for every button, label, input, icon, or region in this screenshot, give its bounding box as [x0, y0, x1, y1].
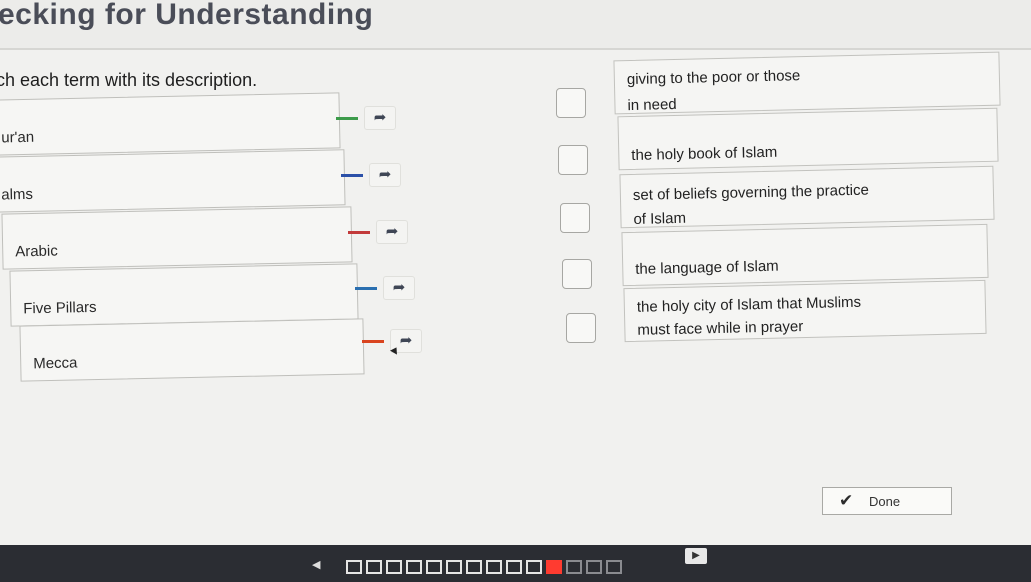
term-box-arabic[interactable]: Arabic — [1, 206, 353, 270]
answer-box-5[interactable] — [566, 313, 596, 343]
arrow-icon: ➦ — [385, 223, 399, 240]
connector-line-quran — [336, 117, 358, 120]
arrow-button-quran[interactable]: ➦ — [364, 106, 396, 130]
connector-line-five-pillars — [355, 287, 377, 290]
description-box-5: the holy city of Islam that Muslims must… — [623, 279, 987, 343]
term-box-five-pillars[interactable]: Five Pillars — [9, 263, 359, 327]
page-indicator-square[interactable] — [586, 560, 602, 574]
arrow-button-alms[interactable]: ➦ — [369, 163, 401, 187]
description-box-4: the language of Islam — [621, 223, 989, 287]
description-line: set of beliefs governing the practice — [632, 181, 870, 204]
term-label: ur'an — [1, 128, 35, 147]
description-line: giving to the poor or those — [626, 67, 801, 89]
page-indicator-square[interactable] — [346, 560, 362, 574]
answer-box-4[interactable] — [562, 259, 592, 289]
arrow-button-arabic[interactable]: ➦ — [376, 220, 408, 244]
page-indicator-square[interactable] — [486, 560, 502, 574]
arrow-button-five-pillars[interactable]: ➦ — [383, 276, 415, 300]
term-box-quran[interactable]: ur'an — [0, 92, 341, 156]
term-box-mecca[interactable]: Mecca — [19, 318, 365, 382]
checkmark-icon: ✔ — [839, 491, 854, 510]
description-line: the holy city of Islam that Muslims — [636, 293, 862, 316]
description-line: of Islam — [633, 209, 687, 228]
page-indicator-square[interactable] — [446, 560, 462, 574]
description-line: the language of Islam — [635, 257, 779, 278]
answer-box-2[interactable] — [558, 145, 588, 175]
answer-box-1[interactable] — [556, 88, 586, 118]
page-indicator-square[interactable] — [546, 560, 562, 574]
page-indicator-square[interactable] — [466, 560, 482, 574]
page-indicator-square[interactable] — [606, 560, 622, 574]
page-indicator-square[interactable] — [566, 560, 582, 574]
next-page-button[interactable]: ▶ — [685, 548, 707, 564]
description-box-3: set of beliefs governing the practice of… — [619, 165, 995, 229]
page-indicator-square[interactable] — [386, 560, 402, 574]
description-line: the holy book of Islam — [631, 143, 778, 165]
term-label: Five Pillars — [23, 298, 97, 318]
description-line: must face while in prayer — [637, 318, 804, 339]
term-label: alms — [1, 185, 34, 204]
page-indicator-square[interactable] — [366, 560, 382, 574]
done-button-label: Done — [869, 494, 901, 509]
connector-line-alms — [341, 174, 363, 177]
instructions-text: ch each term with its description. — [0, 70, 258, 90]
description-line: in need — [627, 95, 677, 115]
page-indicator-square[interactable] — [526, 560, 542, 574]
connector-line-arabic — [348, 231, 370, 234]
description-box-1: giving to the poor or those in need — [613, 51, 1001, 115]
arrow-icon: ➦ — [378, 166, 392, 183]
page-navigation: ◀ ▶ — [300, 548, 730, 578]
answer-box-3[interactable] — [560, 203, 590, 233]
term-label: Mecca — [33, 354, 78, 373]
term-box-alms[interactable]: alms — [0, 149, 346, 213]
header-bar: ecking for Understanding — [0, 0, 1031, 50]
page-indicator — [346, 560, 622, 574]
arrow-icon: ➦ — [399, 332, 413, 349]
arrow-icon: ➦ — [373, 109, 387, 126]
connector-line-mecca — [362, 340, 384, 343]
term-label: Arabic — [15, 242, 58, 261]
arrow-icon: ➦ — [392, 279, 406, 296]
page-indicator-square[interactable] — [426, 560, 442, 574]
done-button[interactable]: ✔ Done — [822, 487, 952, 515]
page-indicator-square[interactable] — [406, 560, 422, 574]
page-title: ecking for Understanding — [0, 0, 374, 31]
description-box-2: the holy book of Islam — [617, 107, 999, 171]
page-indicator-square[interactable] — [506, 560, 522, 574]
previous-page-icon[interactable]: ◀ — [312, 558, 320, 571]
activity-screen: ecking for Understanding ch each term wi… — [0, 0, 1031, 545]
